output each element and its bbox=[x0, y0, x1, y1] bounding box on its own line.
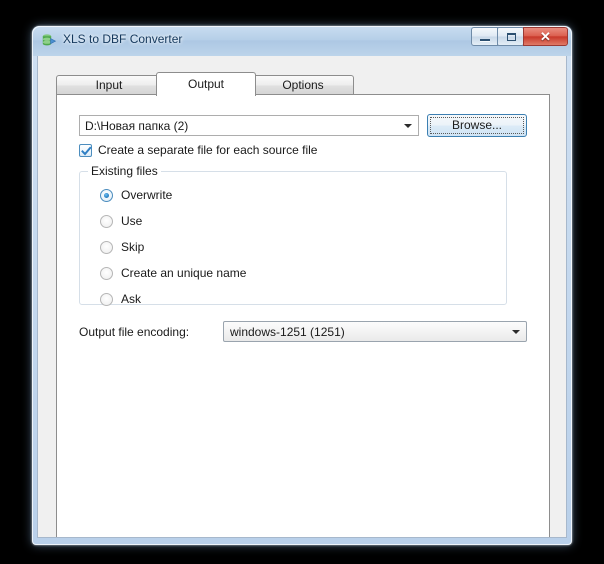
radio-unique-name-label: Create an unique name bbox=[121, 266, 247, 280]
output-path-combobox[interactable]: D:\Новая папка (2) bbox=[79, 115, 419, 136]
radio-ask-label: Ask bbox=[121, 292, 142, 306]
tab-input[interactable]: Input bbox=[56, 75, 162, 95]
title-bar[interactable]: XLS to DBF Converter ✕ bbox=[32, 26, 572, 56]
browse-button[interactable]: Browse... bbox=[427, 114, 527, 137]
existing-files-legend: Existing files bbox=[88, 164, 161, 178]
encoding-label: Output file encoding: bbox=[79, 325, 190, 339]
encoding-value: windows-1251 (1251) bbox=[230, 325, 345, 339]
encoding-combobox[interactable]: windows-1251 (1251) bbox=[223, 321, 527, 342]
maximize-icon bbox=[507, 33, 516, 41]
application-window: XLS to DBF Converter ✕ Input Options Out… bbox=[32, 26, 572, 545]
checkmark-icon bbox=[81, 146, 92, 156]
tab-options[interactable]: Options bbox=[252, 75, 354, 95]
tab-strip: Input Options Output bbox=[56, 72, 550, 96]
output-path-value: D:\Новая папка (2) bbox=[85, 119, 189, 133]
output-tab-panel: D:\Новая папка (2) Browse... Create a se… bbox=[56, 94, 550, 537]
maximize-button[interactable] bbox=[497, 27, 524, 46]
separate-file-checkbox-label: Create a separate file for each source f… bbox=[98, 143, 318, 157]
chevron-down-icon bbox=[512, 330, 520, 334]
window-title: XLS to DBF Converter bbox=[63, 32, 183, 46]
radio-overwrite[interactable] bbox=[100, 189, 113, 202]
tab-output[interactable]: Output bbox=[156, 72, 256, 96]
close-icon: ✕ bbox=[540, 29, 551, 44]
separate-file-checkbox[interactable] bbox=[79, 144, 92, 157]
radio-use[interactable] bbox=[100, 215, 113, 228]
radio-unique-name[interactable] bbox=[100, 267, 113, 280]
radio-skip-label: Skip bbox=[121, 240, 145, 254]
dialog-client-area: Input Options Output D:\Новая папка (2) … bbox=[37, 56, 567, 538]
existing-files-groupbox: Existing files Overwrite Use Skip Create… bbox=[79, 164, 507, 306]
close-button[interactable]: ✕ bbox=[523, 27, 568, 46]
radio-skip[interactable] bbox=[100, 241, 113, 254]
browse-button-label: Browse... bbox=[451, 118, 502, 132]
minimize-button[interactable] bbox=[471, 27, 498, 46]
database-app-icon bbox=[41, 33, 57, 49]
radio-overwrite-label: Overwrite bbox=[121, 188, 173, 202]
chevron-down-icon bbox=[404, 124, 412, 128]
radio-use-label: Use bbox=[121, 214, 143, 228]
radio-ask[interactable] bbox=[100, 293, 113, 306]
minimize-icon bbox=[480, 39, 490, 41]
window-controls: ✕ bbox=[471, 27, 568, 47]
next-button-highlight-annotation bbox=[356, 537, 480, 538]
